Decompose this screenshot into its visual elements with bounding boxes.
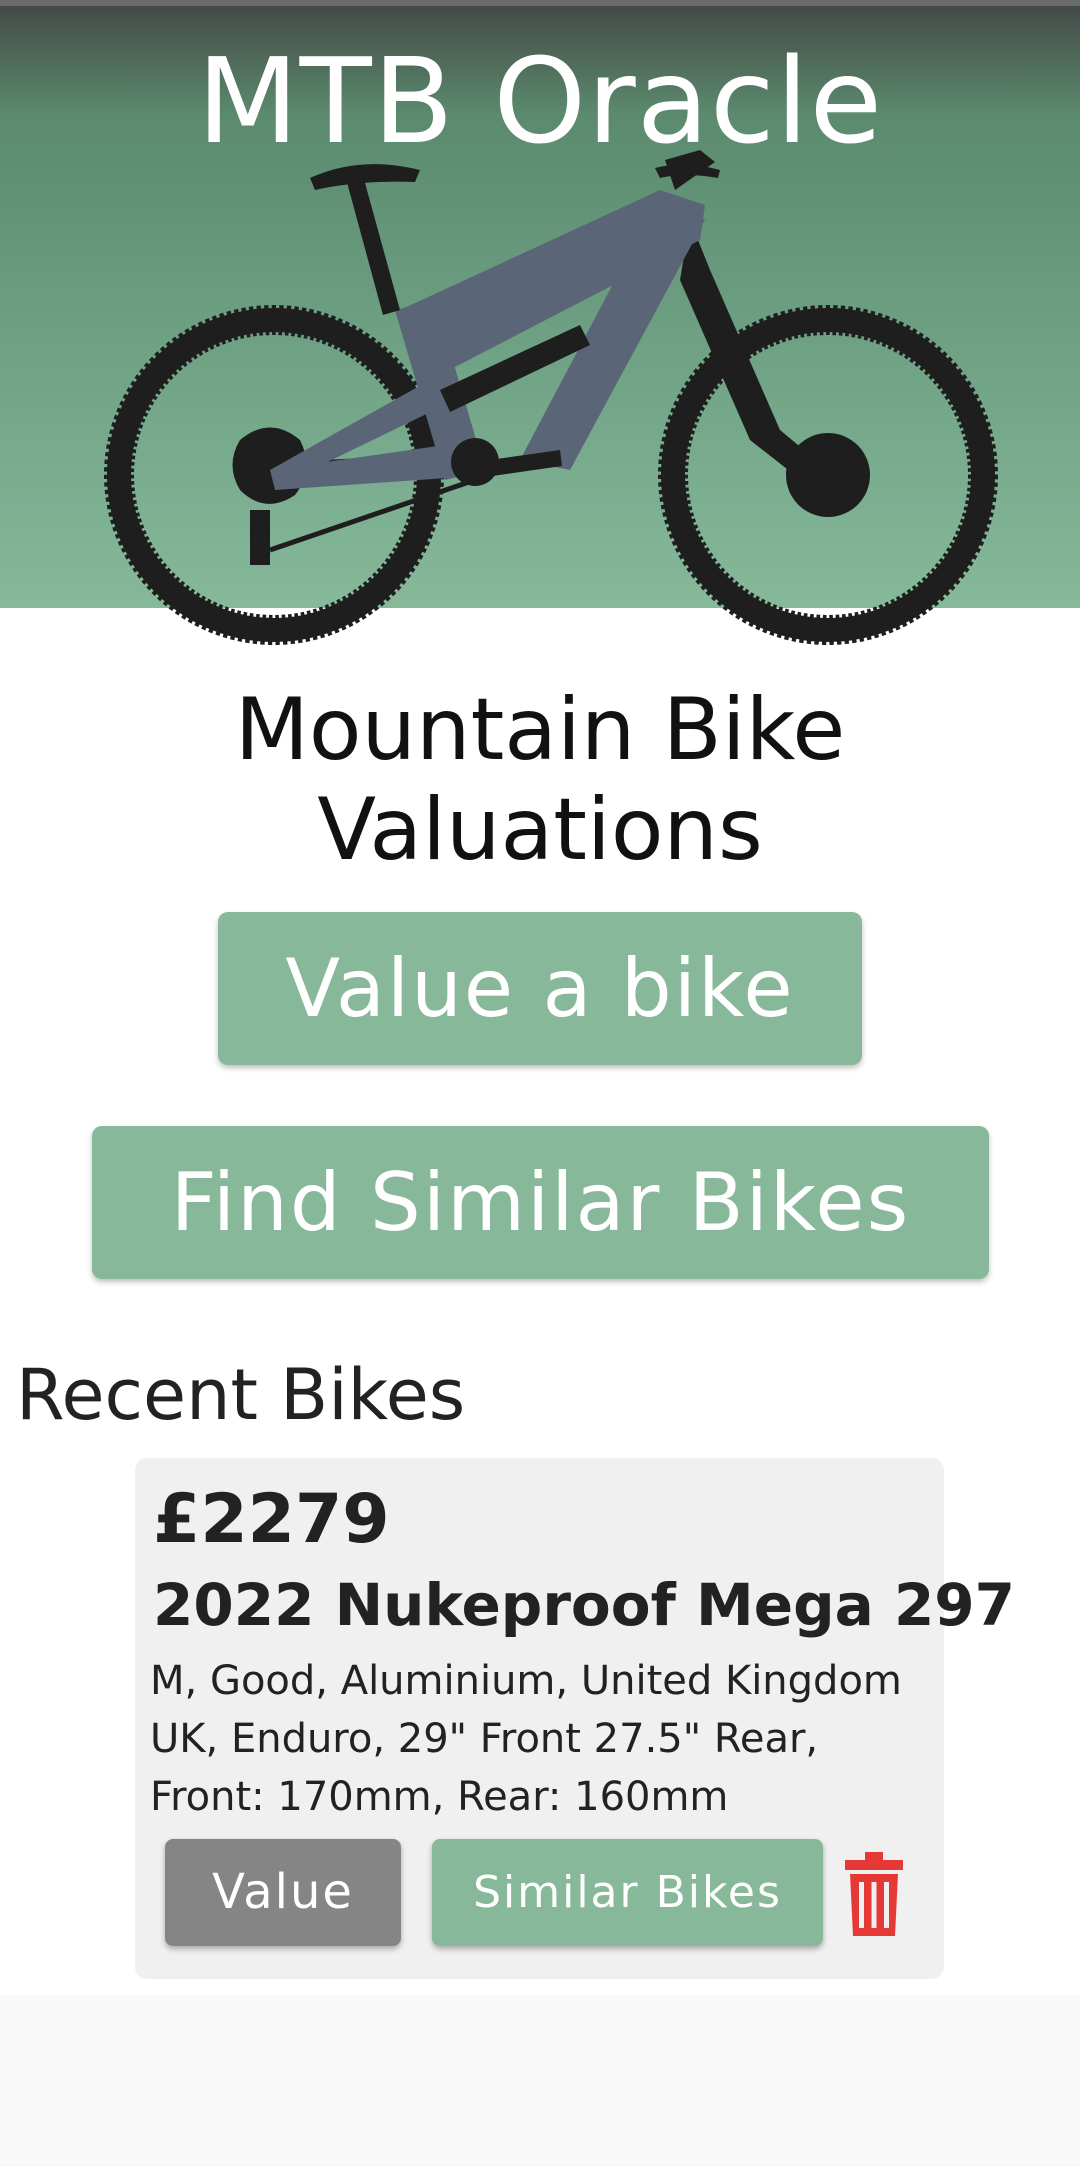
app-title: MTB Oracle (196, 32, 884, 170)
bike-details: M, Good, Aluminium, United Kingdom UK, E… (150, 1658, 902, 1820)
value-bike-button[interactable]: Value a bike (218, 912, 862, 1065)
recent-bikes-heading: Recent Bikes (16, 1354, 466, 1436)
mountain-bike-illustration (104, 150, 998, 645)
card-similar-bikes-button[interactable]: Similar Bikes (432, 1839, 823, 1946)
find-similar-bikes-button[interactable]: Find Similar Bikes (92, 1126, 989, 1279)
trash-icon[interactable] (845, 1852, 903, 1936)
recent-bike-card: £2279 2022 Nukeproof Mega 297 M, Good, A… (135, 1458, 1016, 1979)
page-subtitle: Mountain Bike Valuations (234, 680, 846, 880)
bike-name: 2022 Nukeproof Mega 297 (153, 1571, 1016, 1639)
card-value-button[interactable]: Value (165, 1839, 401, 1946)
bike-price: £2279 (153, 1480, 390, 1559)
